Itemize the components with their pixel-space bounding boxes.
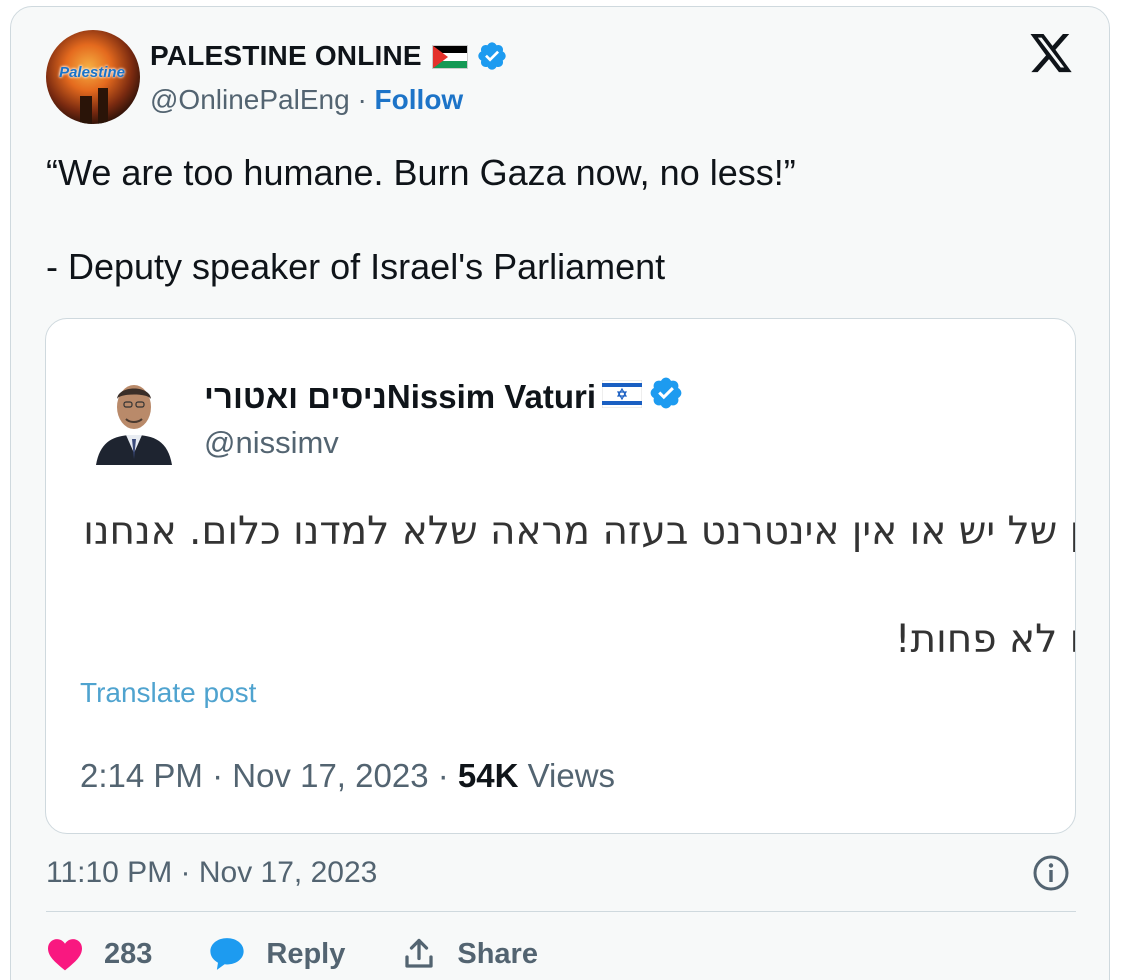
quoted-meta: 2:14 PM · Nov 17, 2023 · 54K Views bbox=[80, 757, 615, 795]
views-label: Views bbox=[527, 757, 616, 794]
quoted-tweet[interactable]: ניסים ואטוריNissim Vaturi @nissimv ין של… bbox=[45, 318, 1076, 834]
author-handle[interactable]: @OnlinePalEng bbox=[150, 84, 350, 115]
post-text-line: “We are too humane. Burn Gaza now, no le… bbox=[46, 152, 796, 193]
verified-badge-icon[interactable] bbox=[648, 375, 684, 419]
action-bar: 283 Reply Share bbox=[46, 928, 594, 980]
quoted-date[interactable]: Nov 17, 2023 bbox=[232, 757, 428, 794]
quoted-author-handle[interactable]: @nissimv bbox=[204, 425, 339, 461]
post-timestamp[interactable]: 11:10 PM · Nov 17, 2023 bbox=[46, 856, 377, 890]
verified-badge-icon[interactable] bbox=[476, 40, 508, 72]
divider bbox=[46, 911, 1076, 912]
author-avatar[interactable]: Palestine bbox=[46, 30, 140, 124]
reply-label: Reply bbox=[266, 937, 346, 970]
share-label: Share bbox=[457, 937, 538, 970]
quoted-time[interactable]: 2:14 PM bbox=[80, 757, 203, 794]
post-text: “We are too humane. Burn Gaza now, no le… bbox=[46, 150, 796, 290]
post-text-spacer bbox=[46, 196, 796, 244]
quoted-text-line: ין של יש או אין אינטרנט בעזה מראה שלא למ… bbox=[83, 509, 1076, 554]
share-button[interactable]: Share bbox=[401, 936, 538, 972]
quoted-author-name[interactable]: ניסים ואטוריNissim Vaturi bbox=[204, 378, 596, 416]
x-logo-icon[interactable] bbox=[1028, 34, 1074, 76]
likes-count: 283 bbox=[104, 937, 153, 970]
israel-flag-icon bbox=[601, 378, 643, 416]
separator-dot: · bbox=[212, 757, 224, 794]
translate-post-link[interactable]: Translate post bbox=[80, 677, 256, 709]
follow-button[interactable]: Follow bbox=[375, 84, 464, 115]
avatar-building bbox=[80, 96, 92, 124]
separator-dot: · bbox=[437, 757, 449, 794]
post-date[interactable]: Nov 17, 2023 bbox=[199, 856, 377, 889]
avatar-building bbox=[98, 88, 108, 124]
info-icon[interactable] bbox=[1032, 854, 1070, 892]
quoted-author-avatar[interactable] bbox=[92, 369, 176, 465]
separator-dot: · bbox=[180, 856, 191, 889]
post-text-line: - Deputy speaker of Israel's Parliament bbox=[46, 246, 666, 287]
quoted-text-line: יו לא פחות! bbox=[894, 617, 1076, 662]
palestine-flag-icon bbox=[431, 44, 468, 69]
avatar-logo-text: Palestine bbox=[59, 64, 125, 81]
like-button[interactable]: 283 bbox=[46, 937, 152, 971]
post-time[interactable]: 11:10 PM bbox=[46, 856, 172, 889]
heart-icon bbox=[46, 937, 84, 971]
author-handle-row: @OnlinePalEng · Follow bbox=[150, 84, 463, 116]
speech-bubble-icon bbox=[208, 935, 246, 973]
share-icon bbox=[401, 936, 437, 972]
views-count: 54K bbox=[457, 757, 519, 794]
quoted-author-name-row[interactable]: ניסים ואטוריNissim Vaturi bbox=[204, 375, 684, 419]
separator-dot: · bbox=[357, 84, 367, 115]
author-name-row[interactable]: PALESTINE ONLINE bbox=[150, 40, 508, 72]
author-name[interactable]: PALESTINE ONLINE bbox=[150, 40, 422, 72]
reply-button[interactable]: Reply bbox=[208, 935, 345, 973]
